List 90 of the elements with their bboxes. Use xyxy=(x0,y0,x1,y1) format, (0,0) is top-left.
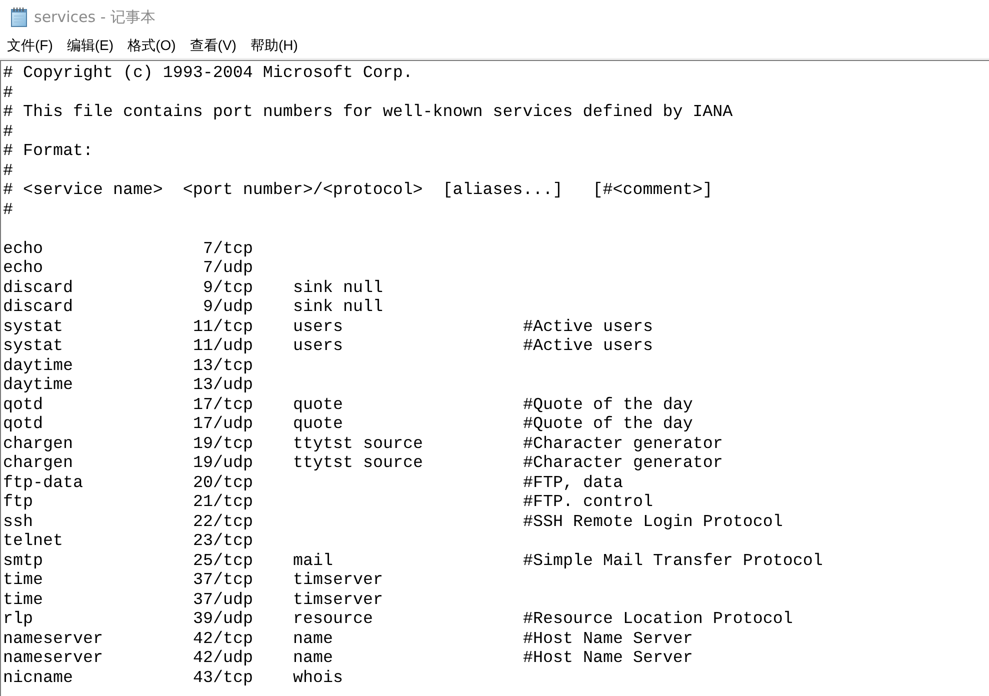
service-name: smtp xyxy=(3,552,44,571)
port-protocol: 42/tcp xyxy=(193,630,253,648)
service-aliases: users xyxy=(293,318,343,336)
port-protocol: 37/udp xyxy=(193,590,253,610)
window-title: services - 记事本 xyxy=(34,8,156,26)
port-protocol: 21/tcp xyxy=(193,493,253,512)
service-comment: #Simple Mail Transfer Protocol xyxy=(523,552,823,571)
port-protocol: 17/tcp xyxy=(193,396,253,414)
header-comment: # Copyright (c) 1993-2004 Microsoft Corp. xyxy=(3,64,413,84)
service-aliases: ttytst source xyxy=(293,434,423,454)
service-comment: #Character generator xyxy=(523,454,723,474)
service-name: systat xyxy=(3,337,64,356)
service-aliases: ttytst source xyxy=(293,454,423,473)
service-name: rlp xyxy=(3,610,34,630)
service-aliases: timserver xyxy=(293,590,383,610)
service-comment: #SSH Remote Login Protocol xyxy=(523,512,783,532)
service-name: ssh xyxy=(3,512,34,532)
service-name: echo xyxy=(3,259,44,278)
service-aliases: quote xyxy=(293,415,343,434)
port-protocol: 7/udp xyxy=(203,259,253,278)
menu-item[interactable]: 格式(O) xyxy=(120,35,183,57)
service-comment: #Host Name Server xyxy=(523,630,693,649)
service-aliases: mail xyxy=(293,552,333,570)
service-name: time xyxy=(3,571,44,590)
menu-item[interactable]: 文件(F) xyxy=(0,35,60,57)
service-name: time xyxy=(3,590,44,610)
service-aliases: sink null xyxy=(293,298,383,317)
service-name: qotd xyxy=(3,396,44,415)
port-protocol: 11/tcp xyxy=(193,318,253,336)
text-editor[interactable] xyxy=(0,60,989,696)
service-name: nameserver xyxy=(3,649,104,668)
service-name: nicname xyxy=(3,668,74,688)
service-comment: #Resource Location Protocol xyxy=(523,610,793,630)
service-name: chargen xyxy=(3,434,74,454)
port-protocol: 20/tcp xyxy=(193,474,253,492)
service-name: qotd xyxy=(3,415,44,434)
menu-item[interactable]: 查看(V) xyxy=(182,35,244,57)
port-protocol: 9/tcp xyxy=(203,278,253,298)
service-aliases: resource xyxy=(293,610,373,629)
header-comment: # This file contains port numbers for well-known services defined by IANA xyxy=(3,103,733,122)
service-aliases: name xyxy=(293,649,333,668)
port-protocol: 13/udp xyxy=(193,376,253,395)
port-protocol: 39/udp xyxy=(193,610,253,629)
service-aliases: timserver xyxy=(293,571,383,590)
service-comment: #FTP. control xyxy=(523,493,653,512)
service-aliases: whois xyxy=(293,668,343,688)
port-protocol: 23/tcp xyxy=(193,532,253,551)
menu-item[interactable]: 编辑(E) xyxy=(60,35,121,57)
header-comment: # xyxy=(3,200,13,220)
service-comment: #Quote of the day xyxy=(523,396,693,415)
service-comment: #FTP, data xyxy=(523,474,623,493)
service-aliases: name xyxy=(293,630,333,648)
port-protocol: 17/udp xyxy=(193,415,253,434)
service-name: daytime xyxy=(3,376,74,396)
service-comment: #Character generator xyxy=(523,434,723,454)
header-comment: # Format: xyxy=(3,142,93,162)
service-name: ftp-data xyxy=(3,474,84,493)
port-protocol: 37/tcp xyxy=(193,571,253,590)
header-comment: # xyxy=(3,84,13,103)
port-protocol: 22/tcp xyxy=(193,512,253,532)
notepad-icon xyxy=(10,6,28,26)
menu-item[interactable]: 帮助(H) xyxy=(243,35,305,57)
service-name: ftp xyxy=(3,493,34,512)
port-protocol: 9/udp xyxy=(203,298,253,317)
service-aliases: quote xyxy=(293,396,343,414)
port-protocol: 43/tcp xyxy=(193,668,253,688)
service-comment: #Quote of the day xyxy=(523,415,693,434)
service-name: nameserver xyxy=(3,630,104,649)
port-protocol: 19/tcp xyxy=(193,434,253,454)
port-protocol: 13/tcp xyxy=(193,356,253,376)
port-protocol: 11/udp xyxy=(193,337,253,356)
service-comment: #Active users xyxy=(523,337,653,356)
service-name: systat xyxy=(3,318,64,337)
service-comment: #Active users xyxy=(523,318,653,337)
port-protocol: 7/tcp xyxy=(203,240,253,258)
header-comment: # <service name> <port number>/<protocol> [aliases...] [#<comment>] xyxy=(3,181,713,200)
service-name: discard xyxy=(3,298,74,318)
port-protocol: 19/udp xyxy=(193,454,253,473)
port-protocol: 42/udp xyxy=(193,649,253,668)
service-name: daytime xyxy=(3,356,74,376)
service-name: telnet xyxy=(3,532,64,552)
port-protocol: 25/tcp xyxy=(193,552,253,570)
service-name: discard xyxy=(3,278,74,298)
header-comment: # xyxy=(3,162,13,181)
service-name: echo xyxy=(3,240,44,259)
header-comment: # xyxy=(3,122,13,142)
service-comment: #Host Name Server xyxy=(523,649,693,668)
service-aliases: sink null xyxy=(293,278,383,298)
service-name: chargen xyxy=(3,454,74,474)
service-aliases: users xyxy=(293,337,343,356)
